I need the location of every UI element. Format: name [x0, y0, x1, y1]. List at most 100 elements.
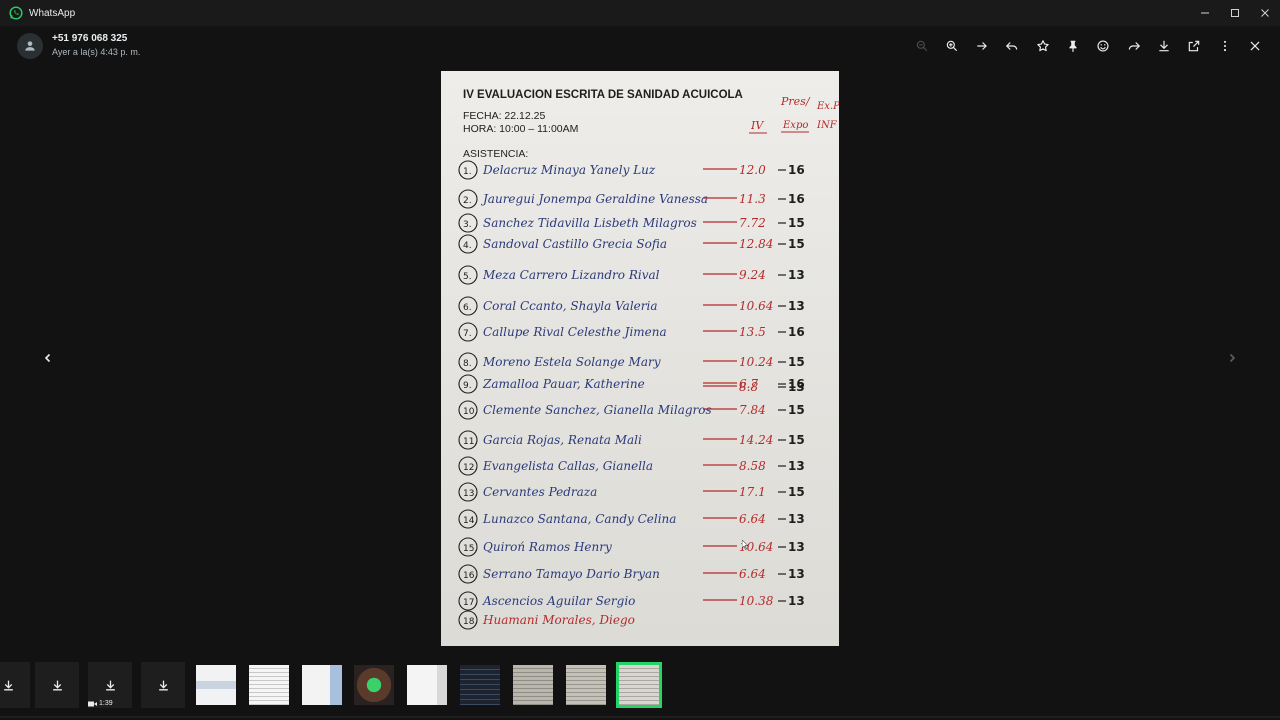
final-grade: 13: [788, 512, 805, 526]
exam-score: 14.24: [739, 433, 773, 447]
open-external-icon: [1189, 40, 1200, 52]
final-grade: 13: [788, 540, 805, 554]
thumbnail-scrollbar[interactable]: [0, 716, 1280, 718]
close-viewer-button[interactable]: [1240, 33, 1270, 59]
download-icon: [3, 680, 13, 690]
forward-button[interactable]: [1119, 33, 1149, 59]
pin-icon: [1069, 40, 1077, 52]
next-media-button[interactable]: [1220, 346, 1244, 370]
final-grade: 13: [788, 594, 805, 608]
student-name: Meza Carrero Lizandro Rival: [482, 268, 660, 282]
message-timestamp: Ayer a la(s) 4:43 p. m.: [52, 47, 141, 57]
thumbnail-document[interactable]: [407, 665, 447, 705]
pin-button[interactable]: [1058, 33, 1088, 59]
thumbnail-download[interactable]: [0, 662, 30, 708]
student-name: Evangelista Callas, Gianella: [482, 459, 653, 473]
download-icon: [105, 680, 115, 690]
chevron-right-icon: [1229, 353, 1236, 363]
thumbnail-paper[interactable]: [566, 665, 606, 705]
star-button[interactable]: [1028, 33, 1058, 59]
media-image: IV EVALUACION ESCRITA DE SANIDAD ACUICOL…: [441, 71, 839, 646]
row-number: 7.: [463, 329, 472, 339]
maximize-icon: [1231, 9, 1239, 17]
media-thumbnail-strip: [0, 662, 1280, 710]
exam-score: 17.1: [739, 485, 766, 499]
row-number: 13.: [463, 489, 477, 499]
sender-name[interactable]: +51 976 068 325: [52, 33, 127, 44]
sheet-title: IV EVALUACION ESCRITA DE SANIDAD ACUICOL…: [463, 89, 743, 101]
window-close-button[interactable]: [1250, 0, 1280, 26]
student-name: Garcia Rojas, Renata Mali: [483, 433, 642, 447]
sheet-attendance-label: ASISTENCIA:: [463, 148, 528, 160]
exam-score: 12.84: [739, 237, 773, 251]
thumbnail-document[interactable]: [249, 665, 289, 705]
minimize-button[interactable]: [1190, 0, 1220, 26]
row-number: 17.: [463, 598, 477, 608]
final-grade: 16: [788, 325, 805, 339]
row-number: 3.: [463, 220, 472, 230]
thumbnail-document[interactable]: [302, 665, 342, 705]
row-number: 5.: [463, 272, 472, 282]
sheet-time: HORA: 10:00 – 11:00AM: [463, 123, 578, 135]
column-header-pres: Pres/: [780, 95, 811, 108]
thumbnail-download[interactable]: [141, 662, 185, 708]
final-grade: 13: [788, 299, 805, 313]
video-duration: 1:39: [99, 700, 113, 707]
final-grade: 15: [788, 216, 805, 230]
final-grade: 15: [788, 485, 805, 499]
student-name: Zamalloa Pauar, Katherine: [482, 377, 645, 391]
close-icon: [1261, 9, 1269, 17]
row-number: 2.: [463, 196, 472, 206]
final-grade: 13: [788, 567, 805, 581]
thumbnail-photo[interactable]: [354, 665, 394, 705]
zoom-in-icon: [946, 40, 957, 52]
previous-media-button[interactable]: [36, 346, 60, 370]
thumbnail-screen[interactable]: [460, 665, 500, 705]
chevron-left-icon: [44, 353, 51, 363]
whatsapp-logo-icon: [9, 6, 23, 20]
exam-score: 10.24: [739, 355, 773, 369]
exam-score: 7.72: [739, 216, 766, 230]
zoom-out-button[interactable]: [906, 33, 936, 59]
final-grade: 16: [788, 192, 805, 206]
final-grade: 15: [788, 433, 805, 447]
student-name: Ascencios Aguilar Sergio: [482, 594, 635, 608]
star-icon: [1037, 40, 1049, 52]
exam-score: 12.0: [739, 163, 766, 177]
avatar[interactable]: [17, 33, 43, 59]
reply-button[interactable]: [997, 33, 1027, 59]
app-title: WhatsApp: [29, 7, 76, 19]
exam-score: 7.84: [739, 403, 766, 417]
thumbnail-paper[interactable]: [513, 665, 553, 705]
exam-score: 10.38: [739, 594, 774, 608]
student-name: Cervantes Pedraza: [483, 485, 597, 499]
mouse-cursor-icon: [742, 540, 749, 550]
go-to-message-button[interactable]: [967, 33, 997, 59]
row-number: 1.: [463, 167, 472, 177]
more-options-icon: [1223, 40, 1226, 52]
zoom-in-button[interactable]: [937, 33, 967, 59]
student-name: Coral Ccanto, Shayla Valeria: [483, 299, 658, 313]
download-button[interactable]: [1149, 33, 1179, 59]
open-external-button[interactable]: [1179, 33, 1209, 59]
final-grade: 15: [788, 403, 805, 417]
video-badge: 1:39: [88, 700, 113, 707]
exam-score: 8.58: [739, 459, 766, 473]
maximize-button[interactable]: [1220, 0, 1250, 26]
final-grade: 16: [788, 163, 805, 177]
react-button[interactable]: [1088, 33, 1118, 59]
thumbnail-download[interactable]: [35, 662, 79, 708]
exam-score: 6.64: [739, 512, 766, 526]
student-name: Huamani Morales, Diego: [482, 613, 635, 627]
student-name: Delacruz Minaya Yanely Luz: [482, 163, 656, 177]
row-number: 11.: [463, 437, 477, 447]
zoom-out-icon: [916, 40, 927, 52]
thumbnail-selected[interactable]: [616, 662, 662, 708]
thumbnail-document[interactable]: [196, 665, 236, 705]
row-number: 10.: [463, 407, 477, 417]
row-number: 9.: [463, 381, 472, 391]
row-number: 8.: [463, 359, 472, 369]
media-viewer-header: +51 976 068 325 Ayer a la(s) 4:43 p. m.: [0, 26, 1280, 66]
more-options-button[interactable]: [1209, 33, 1239, 59]
student-name: Clemente Sanchez, Gianella Milagros: [483, 403, 712, 417]
